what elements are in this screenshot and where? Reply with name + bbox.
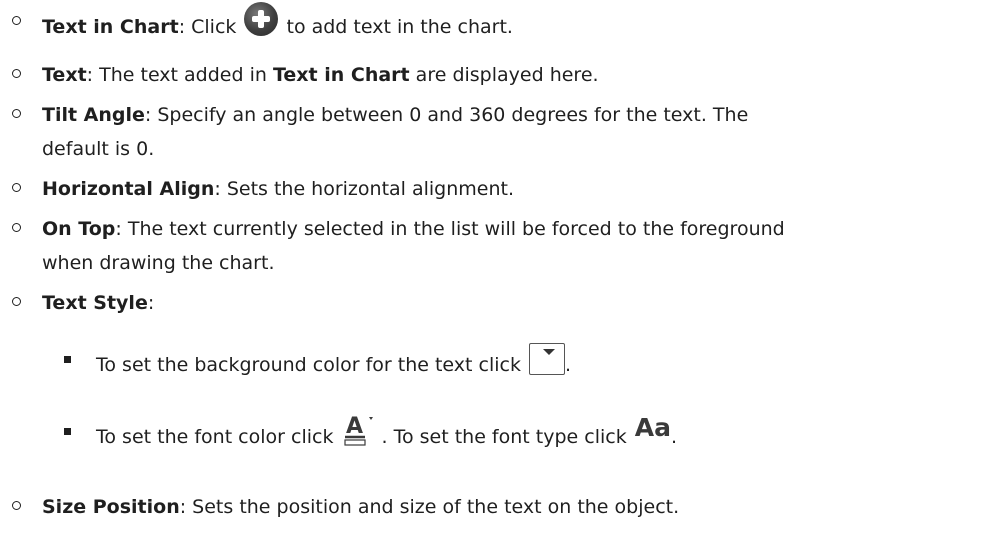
term-on-top: On Top [42,218,116,240]
sub1-before: To set the background color for the text… [96,354,527,376]
term-text-in-chart: Text in Chart [42,16,179,38]
list-item-text: Text: The text added in Text in Chart ar… [12,58,972,92]
sub2-after: . [670,426,678,448]
desc-text-before: : The text added in [86,64,273,86]
sub2-middle: . To set the font type click [381,426,633,448]
list-item-text-style: Text Style: [12,286,972,320]
desc-text-after: are displayed here. [409,64,599,86]
list-item-horizontal-align: Horizontal Align: Sets the horizontal al… [12,172,972,206]
term-horizontal-align: Horizontal Align [42,178,215,200]
list-item-size-position: Size Position: Sets the position and siz… [12,490,972,524]
text-style-colon: : [147,292,155,314]
dropdown-box-icon [529,342,565,375]
desc-text-in-chart-after: to add text in the chart. [280,16,513,38]
desc-on-top-line1: : The text currently selected in the lis… [115,218,785,240]
desc-tilt-angle-line2: default is 0. [42,138,155,160]
desc-horizontal-align: : Sets the horizontal alignment. [214,178,515,200]
plus-circle-icon [244,1,279,36]
term-text-style: Text Style [42,292,148,314]
desc-on-top-line2: when drawing the chart. [42,252,275,274]
term-text: Text [42,64,87,86]
list-item-on-top: On Top: The text currently selected in t… [12,212,972,280]
desc-text-in-chart-before: : Click [178,16,243,38]
font-type-icon: Aa [634,413,671,442]
desc-size-position: : Sets the position and size of the text… [179,496,680,518]
ref-text-in-chart: Text in Chart [272,64,410,86]
term-size-position: Size Position [42,496,180,518]
list-item-text-in-chart: Text in Chart: Click to add text in the … [12,1,972,45]
sub-item-font-color: To set the font color click A . To set th… [64,414,956,455]
list-item-tilt-angle: Tilt Angle: Specify an angle between 0 a… [12,98,972,166]
help-document: Text in Chart: Click to add text in the … [0,0,989,541]
term-tilt-angle: Tilt Angle [42,104,145,126]
font-color-glyph: A [346,414,363,439]
sub1-after: . [565,354,572,376]
sub2-before: To set the font color click [96,426,340,448]
font-color-icon: A [342,413,382,447]
sub-item-background-color: To set the background color for the text… [64,342,956,382]
desc-tilt-angle-line1: : Specify an angle between 0 and 360 deg… [144,104,749,126]
